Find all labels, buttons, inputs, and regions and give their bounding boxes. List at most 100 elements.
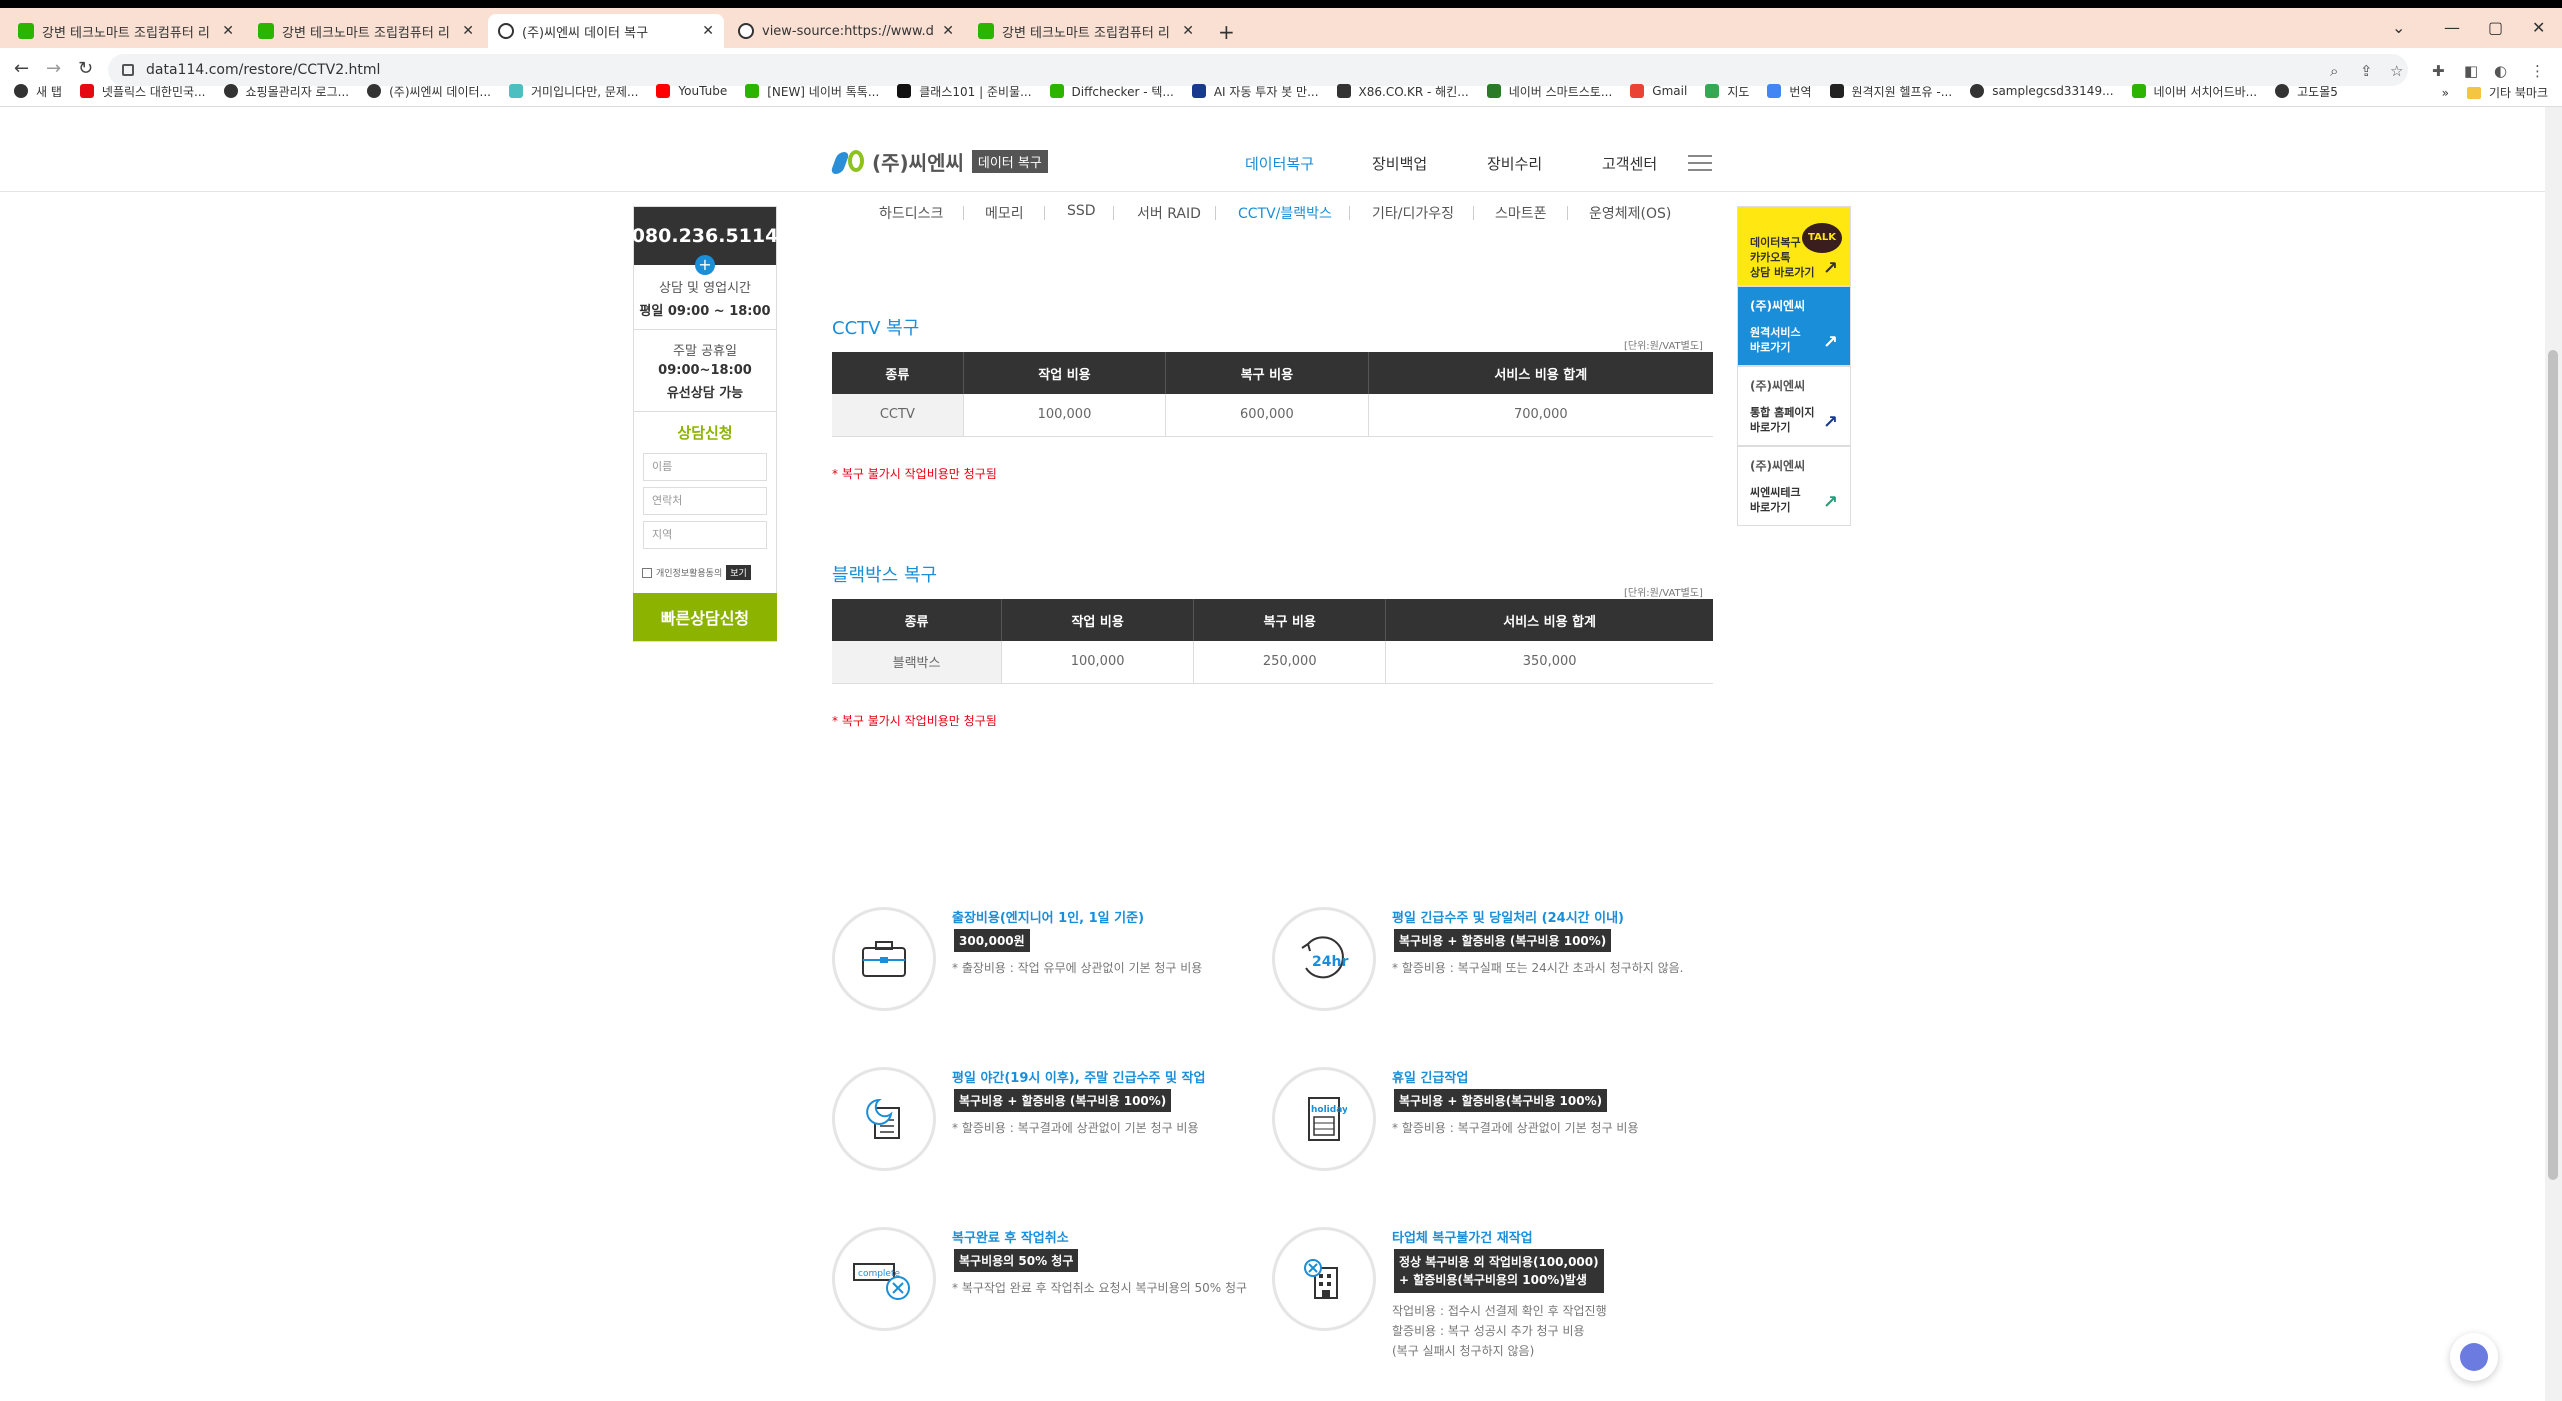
minimize-icon[interactable]: — bbox=[2444, 18, 2460, 37]
subnav-cctv-blackbox[interactable]: CCTV/블랙박스 bbox=[1238, 203, 1332, 223]
bookmark[interactable]: 넷플릭스 대한민국... bbox=[79, 83, 206, 100]
table-header: 서비스 비용 합계 bbox=[1385, 599, 1713, 641]
browser-tab-active[interactable]: (주)씨엔씨 데이터 복구 ✕ bbox=[488, 14, 724, 48]
scrollbar-thumb[interactable] bbox=[2548, 350, 2558, 1180]
briefcase-icon bbox=[832, 907, 936, 1011]
tab-strip: 강변 테크노마트 조립컴퓨터 리 ✕ 강변 테크노마트 조립컴퓨터 리 ✕ (주… bbox=[0, 8, 2562, 48]
close-icon[interactable]: ✕ bbox=[462, 23, 474, 39]
browser-tab[interactable]: 강변 테크노마트 조립컴퓨터 리 ✕ bbox=[8, 14, 244, 48]
browser-tab[interactable]: 강변 테크노마트 조립컴퓨터 리 ✕ bbox=[968, 14, 1204, 48]
bookmark[interactable]: 지도 bbox=[1705, 83, 1749, 100]
close-icon[interactable]: ✕ bbox=[1182, 23, 1194, 39]
bookmark[interactable]: 고도몰5 bbox=[2275, 83, 2338, 100]
service-desc: * 할증비용 : 복구결과에 상관없이 기본 청구 비용 bbox=[1392, 1121, 1639, 1135]
name-input[interactable]: 이름 bbox=[643, 453, 767, 481]
bookmarks-bar: 새 탭 넷플릭스 대한민국... 쇼핑몰관리자 로그... (주)씨엔씨 데이터… bbox=[0, 76, 2562, 106]
logo-badge: 데이터 복구 bbox=[971, 150, 1048, 173]
subnav-etc-degaussing[interactable]: 기타/디가우징 bbox=[1372, 203, 1454, 223]
tab-title: (주)씨엔씨 데이터 복구 bbox=[522, 25, 649, 41]
gnb-customer-center[interactable]: 고객센터 bbox=[1602, 153, 1657, 174]
naver-icon bbox=[745, 84, 760, 98]
bookmark[interactable]: 쇼핑몰관리자 로그... bbox=[223, 83, 349, 100]
close-icon[interactable]: ✕ bbox=[942, 23, 954, 39]
smartstore-icon bbox=[1486, 84, 1501, 98]
privacy-view-button[interactable]: 보기 bbox=[726, 565, 751, 580]
netflix-icon bbox=[79, 84, 94, 98]
kakao-talk-banner[interactable]: 데이터복구 카카오톡 상담 바로가기 TALK ↗ bbox=[1737, 206, 1851, 286]
tab-title: 강변 테크노마트 조립컴퓨터 리 bbox=[42, 25, 210, 41]
subnav-server-raid[interactable]: 서버 RAID bbox=[1137, 203, 1201, 223]
arrow-icon: ↗ bbox=[1822, 412, 1838, 433]
maps-icon bbox=[1705, 84, 1720, 98]
service-desc: * 출장비용 : 작업 유무에 상관없이 기본 청구 비용 bbox=[952, 961, 1203, 975]
blackbox-note: * 복구 불가시 작업비용만 청구됨 bbox=[832, 714, 997, 728]
hamburger-menu-icon[interactable] bbox=[1688, 155, 1712, 171]
table-cell: 600,000 bbox=[1165, 394, 1369, 437]
service-title: 평일 긴급수주 및 당일처리 (24시간 이내) bbox=[1392, 911, 1625, 926]
bookmark[interactable]: 클래스101 | 준비물... bbox=[897, 83, 1032, 100]
bookmark[interactable]: (주)씨엔씨 데이터... bbox=[367, 83, 491, 100]
service-tag: 복구비용의 50% 청구 bbox=[954, 1249, 1079, 1272]
bookmark[interactable]: 거미입니다만, 문제... bbox=[509, 83, 638, 100]
site-logo[interactable]: (주)씨엔씨 데이터 복구 bbox=[829, 147, 1048, 176]
chatbot-button[interactable] bbox=[2450, 1333, 2498, 1381]
weekend-note: 유선상담 가능 bbox=[666, 386, 744, 401]
subnav-os[interactable]: 운영체제(OS) bbox=[1589, 203, 1671, 223]
bookmark[interactable]: 번역 bbox=[1767, 83, 1812, 100]
bookmark[interactable]: 새 탭 bbox=[14, 83, 62, 100]
building-icon bbox=[1272, 1227, 1376, 1331]
gmail-icon bbox=[1630, 84, 1645, 98]
bookmark[interactable]: 네이버 서치어드바... bbox=[2131, 83, 2257, 100]
privacy-checkbox[interactable] bbox=[642, 567, 652, 578]
svg-text:holiday: holiday bbox=[1311, 1105, 1347, 1115]
service-tag: 복구비용 + 할증비용 (복구비용 100%) bbox=[1394, 929, 1612, 952]
table-cell: 350,000 bbox=[1385, 641, 1713, 684]
subnav-smartphone[interactable]: 스마트폰 bbox=[1495, 203, 1547, 223]
subnav-harddisk[interactable]: 하드디스크 bbox=[879, 203, 943, 223]
quick-consult-button[interactable]: 빠른상담신청 bbox=[633, 593, 777, 641]
bookmark[interactable]: [NEW] 네이버 톡톡... bbox=[745, 83, 879, 100]
class101-icon bbox=[897, 84, 912, 98]
close-window-icon[interactable]: ✕ bbox=[2532, 18, 2545, 37]
globe-icon bbox=[738, 23, 754, 39]
close-icon[interactable]: ✕ bbox=[702, 23, 714, 39]
service-tag: 복구비용 + 할증비용 (복구비용 100%) bbox=[954, 1089, 1172, 1112]
gnb-equipment-repair[interactable]: 장비수리 bbox=[1487, 153, 1542, 174]
subnav-ssd[interactable]: SSD bbox=[1067, 203, 1096, 219]
gnb-equipment-backup[interactable]: 장비백업 bbox=[1372, 153, 1427, 174]
clock-24hr-icon: 24hr bbox=[1272, 907, 1376, 1011]
bookmark[interactable]: Gmail bbox=[1630, 84, 1687, 98]
close-icon[interactable]: ✕ bbox=[222, 23, 234, 39]
weekend-hours: 09:00~18:00 bbox=[658, 363, 752, 378]
bookmark[interactable]: 원격지원 헬프유 -... bbox=[1829, 83, 1952, 100]
tab-search-icon[interactable]: ⌄ bbox=[2392, 18, 2405, 37]
region-input[interactable]: 지역 bbox=[643, 521, 767, 549]
helpu-icon bbox=[1829, 84, 1844, 98]
table-cell: 100,000 bbox=[1001, 641, 1195, 684]
bookmark[interactable]: YouTube bbox=[656, 84, 727, 98]
service-item: 출장비용(엔지니어 1인, 1일 기준) 300,000원 * 출장비용 : 작… bbox=[832, 907, 1262, 1017]
bookmark[interactable]: Diffchecker - 텍... bbox=[1049, 83, 1174, 100]
cnc-tech-banner[interactable]: (주)씨엔씨 씨엔씨테크 바로가기 ↗ bbox=[1737, 446, 1851, 526]
table-header: 종류 bbox=[832, 352, 964, 394]
service-desc: * 할증비용 : 복구실패 또는 24시간 초과시 청구하지 않음. bbox=[1392, 961, 1684, 975]
left-consult-box: 080.236.5114 + 상담 및 영업시간 평일 09:00 ~ 18:0… bbox=[632, 206, 778, 642]
bookmark[interactable]: 네이버 스마트스토... bbox=[1486, 83, 1612, 100]
maximize-icon[interactable]: ▢ bbox=[2488, 18, 2503, 37]
contact-input[interactable]: 연락처 bbox=[643, 487, 767, 515]
cnc-logo-icon: (주)씨엔씨 bbox=[1750, 459, 1806, 473]
other-bookmarks[interactable]: » 기타 북마크 bbox=[2442, 84, 2548, 101]
lock-icon bbox=[122, 64, 134, 76]
browser-tab[interactable]: view-source:https://www.data11 ✕ bbox=[728, 14, 964, 48]
gnb-data-recovery[interactable]: 데이터복구 bbox=[1245, 153, 1314, 174]
subnav-memory[interactable]: 메모리 bbox=[985, 203, 1024, 223]
browser-tab[interactable]: 강변 테크노마트 조립컴퓨터 리 ✕ bbox=[248, 14, 484, 48]
table-cell: 블랙박스 bbox=[832, 641, 1003, 684]
remote-service-banner[interactable]: (주)씨엔씨 원격서비스 바로가기 ↗ bbox=[1737, 286, 1851, 366]
bookmark[interactable]: AI 자동 투자 봇 만... bbox=[1191, 83, 1319, 100]
new-tab-icon[interactable]: + bbox=[1218, 20, 1235, 44]
bookmark[interactable]: samplegcsd33149... bbox=[1970, 84, 2114, 98]
bookmark[interactable]: X86.CO.KR - 해킨... bbox=[1336, 83, 1469, 100]
arrow-icon: ↗ bbox=[1822, 332, 1838, 353]
homepage-banner[interactable]: (주)씨엔씨 통합 홈페이지 바로가기 ↗ bbox=[1737, 366, 1851, 446]
